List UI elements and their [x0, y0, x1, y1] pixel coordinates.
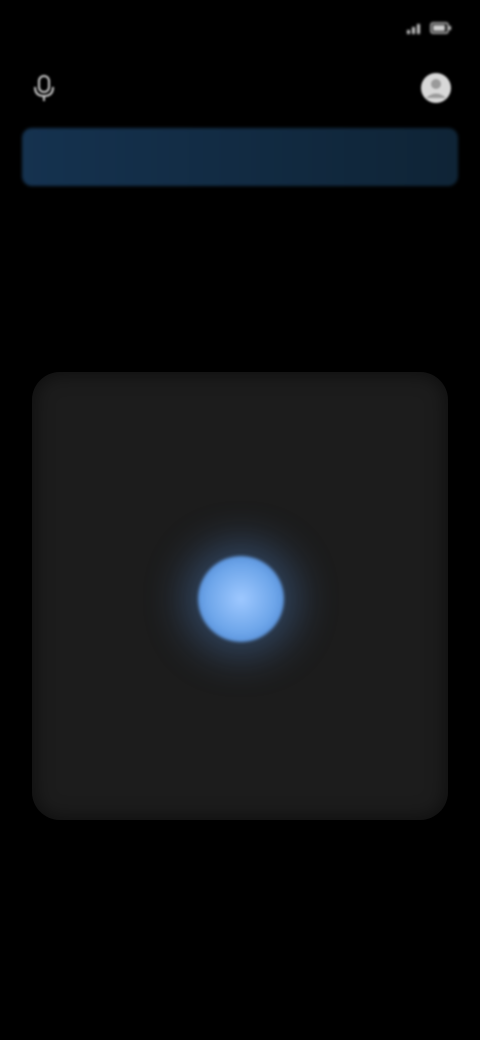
profile-icon[interactable] [414, 66, 458, 110]
battery-icon [430, 22, 451, 34]
info-banner[interactable] [22, 128, 458, 186]
status-indicators [398, 22, 452, 34]
signal-icon [407, 24, 420, 34]
app-screen [0, 0, 480, 1040]
app-bar [0, 56, 480, 120]
status-bar [0, 0, 480, 56]
mic-icon[interactable] [22, 66, 66, 110]
record-button[interactable] [198, 556, 284, 642]
